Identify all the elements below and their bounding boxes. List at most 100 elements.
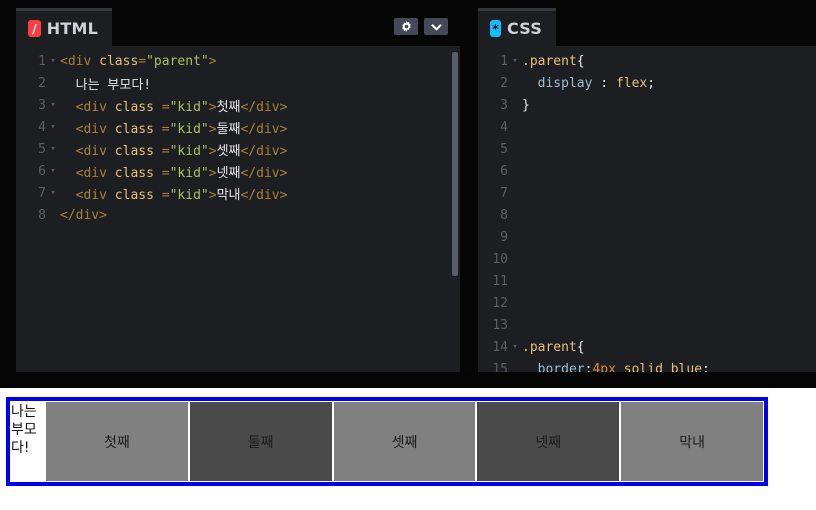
gear-icon (401, 21, 411, 32)
code-text: .parent{ (522, 54, 585, 69)
html-scrollbar[interactable] (452, 52, 458, 276)
code-token: { (576, 339, 585, 355)
css-tab[interactable]: * CSS (478, 8, 556, 46)
pane-resizer[interactable] (460, 8, 478, 372)
code-line[interactable]: 5 ▾ <div class ="kid">셋째</div> (16, 138, 460, 160)
code-line[interactable]: 12 (478, 292, 816, 314)
code-token: 4px (592, 361, 616, 373)
code-token: display (522, 75, 593, 91)
html-editor-pane[interactable]: / HTML 1 ▾ <div class="parent"> 2 나는 부모다! 3 ▾… (16, 8, 460, 372)
code-token: </div> (240, 143, 288, 159)
code-line[interactable]: 11 (478, 270, 816, 292)
code-line[interactable]: 15 border:4px solid blue; (478, 358, 816, 373)
editor-area: / HTML 1 ▾ <div class="parent"> 2 나는 부모다! 3 ▾… (0, 0, 816, 388)
parent-text: 나는 부모다! (11, 404, 37, 456)
code-token: .parent (522, 339, 577, 355)
code-token: 나는 부모다! (60, 77, 152, 93)
fold-arrow-icon[interactable]: ▾ (46, 122, 60, 132)
code-token: = (161, 143, 170, 159)
kid-box: 막내 (620, 401, 765, 482)
line-number: 6 (38, 163, 46, 179)
line-number: 6 (500, 163, 508, 179)
collapse-button[interactable] (424, 18, 448, 35)
html-pane-header: / HTML (16, 8, 460, 46)
line-number: 3 (38, 97, 46, 113)
code-line[interactable]: 4 (478, 116, 816, 138)
code-line[interactable]: 8 </div> (16, 204, 460, 226)
css-editor-pane[interactable]: * CSS 1 ▾ .parent{2 display : flex; 3} 4 5 6 7 8… (478, 8, 816, 372)
code-line[interactable]: 7 (478, 182, 816, 204)
line-number: 1 (38, 53, 46, 69)
result-preview: 나는 부모다! 첫째 둘째 셋째 넷째 막내 (0, 388, 816, 510)
kid-box: 둘째 (188, 401, 333, 482)
code-line[interactable]: 8 (478, 204, 816, 226)
fold-arrow-icon[interactable]: ▾ (46, 144, 60, 154)
code-text: border:4px solid blue; (522, 362, 710, 373)
code-line[interactable]: 1 ▾ <div class="parent"> (16, 50, 460, 72)
code-line[interactable]: 5 (478, 138, 816, 160)
code-token: 셋째 (216, 143, 241, 159)
code-token: > (208, 143, 217, 159)
code-token: 막내 (216, 187, 241, 203)
code-text: .parent{ (522, 340, 585, 355)
code-text: } (522, 98, 530, 113)
code-line[interactable]: 7 ▾ <div class ="kid">막내</div> (16, 182, 460, 204)
line-number: 3 (500, 97, 508, 113)
fold-arrow-icon[interactable]: ▾ (46, 166, 60, 176)
code-line[interactable]: 9 (478, 226, 816, 248)
html-tab[interactable]: / HTML (16, 8, 112, 46)
code-token: = (161, 165, 170, 181)
fold-arrow-icon[interactable]: ▾ (508, 56, 522, 66)
slash-icon: / (28, 20, 41, 37)
code-text: 나는 부모다! (60, 74, 151, 93)
line-number: 4 (500, 119, 508, 135)
line-number: 9 (500, 229, 508, 245)
line-number: 5 (500, 141, 508, 157)
code-token: class (99, 53, 139, 69)
css-code-area[interactable]: 1 ▾ .parent{2 display : flex; 3} 4 5 6 7 8 9 10 11 1… (478, 50, 816, 373)
code-text: <div class ="kid">셋째</div> (60, 140, 288, 159)
code-token: = (138, 53, 147, 69)
code-token: <div (60, 99, 115, 115)
code-token: { (576, 53, 585, 69)
fold-arrow-icon[interactable]: ▾ (46, 188, 60, 198)
code-line[interactable]: 4 ▾ <div class ="kid">둘째</div> (16, 116, 460, 138)
code-line[interactable]: 1 ▾ .parent{ (478, 50, 816, 72)
code-token: </div> (240, 165, 288, 181)
css-tab-label: CSS (507, 19, 542, 38)
code-line[interactable]: 3 ▾ <div class ="kid">첫째</div> (16, 94, 460, 116)
line-number: 14 (492, 339, 508, 355)
code-line[interactable]: 2 display : flex; (478, 72, 816, 94)
line-number: 4 (38, 119, 46, 135)
html-code-area[interactable]: 1 ▾ <div class="parent"> 2 나는 부모다! 3 ▾ <div c… (16, 50, 460, 372)
code-line[interactable]: 2 나는 부모다! (16, 72, 460, 94)
fold-arrow-icon[interactable]: ▾ (508, 342, 522, 352)
code-line[interactable]: 3} (478, 94, 816, 116)
code-line[interactable]: 6 (478, 160, 816, 182)
code-token: </div> (60, 207, 107, 223)
fold-arrow-icon[interactable]: ▾ (46, 100, 60, 110)
code-token: class (114, 165, 162, 181)
code-token: > (208, 53, 217, 69)
code-token: class (114, 143, 162, 159)
code-token: = (161, 121, 170, 137)
kid-box: 셋째 (332, 401, 477, 482)
code-token: "kid" (169, 187, 209, 203)
code-line[interactable]: 6 ▾ <div class ="kid">넷째</div> (16, 160, 460, 182)
code-line[interactable]: 14 ▾ .parent{ (478, 336, 816, 358)
line-number: 11 (492, 273, 508, 289)
code-token: ; (647, 75, 656, 91)
code-line[interactable]: 10 (478, 248, 816, 270)
line-number: 7 (500, 185, 508, 201)
line-number: 10 (492, 251, 508, 267)
code-token: class (114, 99, 162, 115)
line-number: 12 (492, 295, 508, 311)
code-text: <div class ="kid">첫째</div> (60, 96, 288, 115)
code-line[interactable]: 13 (478, 314, 816, 336)
code-token: </div> (240, 99, 288, 115)
code-token: <div (60, 143, 115, 159)
fold-arrow-icon[interactable]: ▾ (46, 56, 60, 66)
line-number: 5 (38, 141, 46, 157)
code-token: > (208, 99, 217, 115)
settings-button[interactable] (394, 18, 418, 35)
